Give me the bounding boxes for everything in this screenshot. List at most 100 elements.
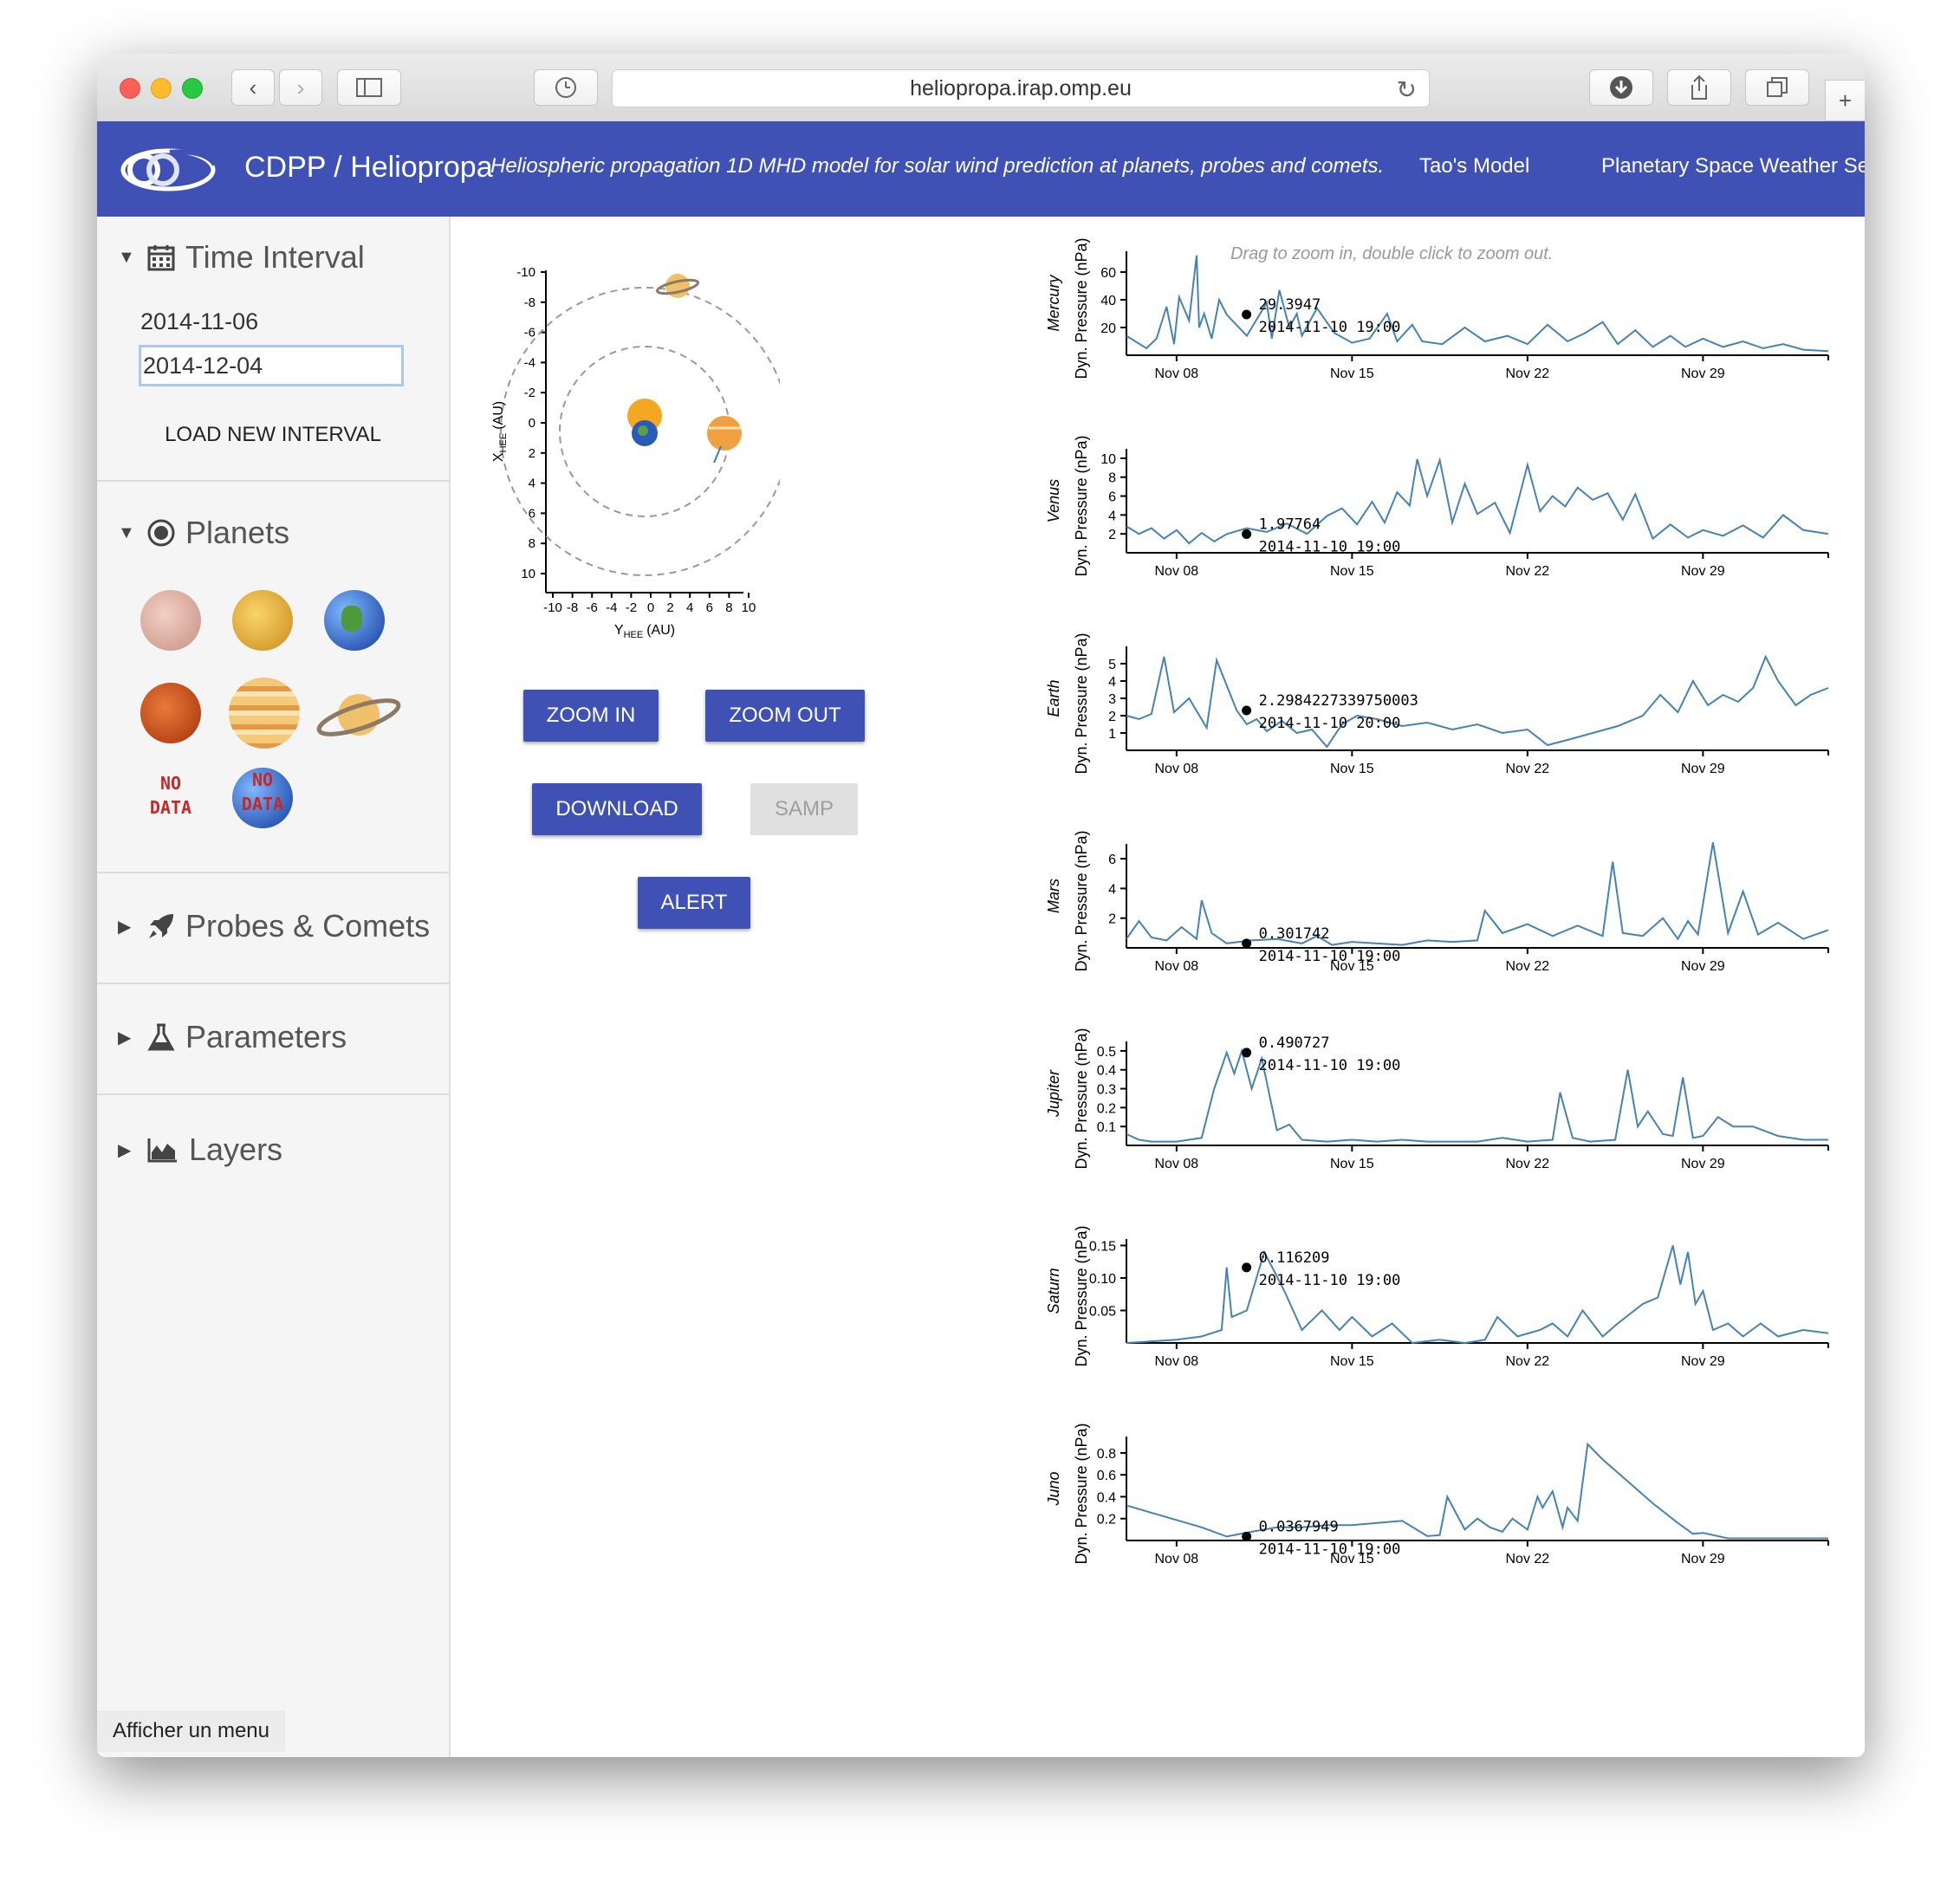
caret-right-icon: ▶ xyxy=(118,1028,132,1048)
planet-label: Saturn xyxy=(1045,1268,1062,1313)
venus-icon[interactable] xyxy=(232,590,293,651)
cursor-time: 2014-11-10 19:00 xyxy=(1259,1272,1401,1289)
orbit-ytick-label: 2 xyxy=(529,446,535,461)
time-interval-header[interactable]: ▼ Time Interval xyxy=(118,239,365,276)
time-series-charts[interactable]: 20 40 60 Nov 08 Nov 15 Nov 22 Nov 29 Mercury Dyn… xyxy=(1021,217,1865,1707)
area-chart-icon xyxy=(147,1138,177,1163)
orbit-ytick-label: -2 xyxy=(524,386,535,400)
xtick-label: Nov 29 xyxy=(1681,959,1725,974)
reload-icon[interactable]: ↻ xyxy=(1397,75,1417,104)
xtick-label: Nov 29 xyxy=(1681,366,1725,381)
ytick-label: 2 xyxy=(1108,912,1116,927)
back-icon[interactable]: ‹ xyxy=(231,69,275,106)
alert-button[interactable]: ALERT xyxy=(638,877,750,929)
time-interval-title: Time Interval xyxy=(185,239,365,275)
planet-label: Venus xyxy=(1045,479,1062,522)
ytick-label: 60 xyxy=(1100,266,1116,281)
url-text: heliopropa.irap.omp.eu xyxy=(910,75,1132,101)
series-line xyxy=(1126,654,1829,749)
cursor-value: 0.301742 xyxy=(1259,925,1330,943)
ytick-label: 2 xyxy=(1108,710,1116,724)
samp-button[interactable]: SAMP xyxy=(750,783,858,835)
xtick-label: Nov 15 xyxy=(1330,1354,1374,1369)
parameters-title: Parameters xyxy=(185,1019,347,1054)
load-new-interval-button[interactable]: LOAD NEW INTERVAL xyxy=(97,423,449,447)
caret-right-icon: ▶ xyxy=(118,917,132,937)
series-line xyxy=(1126,255,1829,353)
rosetta-nodata-icon[interactable]: NO DATA xyxy=(139,771,203,835)
mercury-icon[interactable] xyxy=(140,590,201,651)
earth-icon[interactable] xyxy=(324,590,385,651)
chart-saturn[interactable]: 0.05 0.10 0.15 Nov 08 Nov 15 Nov 22 Nov 29 Satu… xyxy=(1045,1225,1829,1369)
series-line xyxy=(1126,842,1829,946)
zoom-out-button[interactable]: ZOOM OUT xyxy=(705,690,865,742)
chart-jupiter[interactable]: 0.1 0.2 0.3 0.4 0.5 Nov 08 Nov 15 Nov 22 Nov 29 J… xyxy=(1045,1028,1829,1171)
minimize-window-button[interactable] xyxy=(151,78,172,99)
share-icon[interactable] xyxy=(1667,69,1731,106)
juno-nodata-icon[interactable]: NO DATA xyxy=(232,768,293,828)
cdpp-logo-icon[interactable] xyxy=(118,140,218,198)
cursor-point xyxy=(1242,938,1252,949)
new-tab-icon[interactable]: + xyxy=(1825,80,1865,121)
series-line xyxy=(1126,1245,1829,1345)
ytick-label: 0.1 xyxy=(1097,1120,1116,1135)
y-axis-label: Dyn. Pressure (nPa) xyxy=(1073,435,1090,576)
nav-taos-model[interactable]: Tao's Model xyxy=(1419,154,1529,178)
orbit-ytick-label: 8 xyxy=(529,536,535,551)
start-date-field[interactable]: 2014-11-06 xyxy=(140,308,400,335)
cursor-time: 2014-11-10 19:00 xyxy=(1259,948,1401,965)
jupiter-marker xyxy=(707,416,742,451)
history-icon[interactable] xyxy=(534,69,598,106)
download-icon[interactable] xyxy=(1589,69,1653,106)
parameters-header[interactable]: ▶ Parameters xyxy=(118,1019,347,1055)
cursor-time: 2014-11-10 19:00 xyxy=(1259,1540,1401,1558)
chart-earth[interactable]: 1 2 3 4 5 Nov 08 Nov 15 Nov 22 Nov 29 Earth Dyn. P… xyxy=(1045,632,1829,776)
ytick-label: 8 xyxy=(1108,471,1116,486)
y-axis-label: Dyn. Pressure (nPa) xyxy=(1073,1225,1090,1366)
xtick-label: Nov 29 xyxy=(1681,564,1725,579)
probes-section: ▶ Probes & Comets xyxy=(97,872,449,984)
probes-header[interactable]: ▶ Probes & Comets xyxy=(118,908,430,944)
ytick-label: 4 xyxy=(1108,882,1116,897)
xtick-label: Nov 29 xyxy=(1681,762,1725,776)
download-button[interactable]: DOWNLOAD xyxy=(532,783,702,835)
end-date-field[interactable]: 2014-12-04 xyxy=(139,345,404,386)
ytick-label: 4 xyxy=(1108,509,1116,523)
nav-planetary-space-weather[interactable]: Planetary Space Weather Se xyxy=(1601,154,1865,178)
cursor-value: 0.116209 xyxy=(1259,1249,1330,1267)
time-interval-section: ▼ Time Interval 2014-11-06 2014-12-04 LO… xyxy=(97,217,449,482)
xtick-label: Nov 29 xyxy=(1681,1552,1725,1566)
layers-header[interactable]: ▶ Layers xyxy=(118,1132,282,1168)
orbit-xtick-label: -2 xyxy=(626,600,637,615)
mars-icon[interactable] xyxy=(140,683,201,743)
chart-mercury[interactable]: 20 40 60 Nov 08 Nov 15 Nov 22 Nov 29 Mercury Dyn… xyxy=(1045,237,1829,381)
y-axis-label: Dyn. Pressure (nPa) xyxy=(1073,632,1090,774)
zoom-in-button[interactable]: ZOOM IN xyxy=(523,690,659,742)
xtick-label: Nov 08 xyxy=(1155,959,1199,974)
orbit-ytick-label: -10 xyxy=(516,265,535,280)
cursor-value: 29.3947 xyxy=(1259,296,1321,314)
chart-mars[interactable]: 246Nov 08 Nov 15 Nov 22 Nov 29Mars Dyn. Pres… xyxy=(1045,830,1829,974)
menu-hint[interactable]: Afficher un menu xyxy=(97,1710,285,1752)
layers-title: Layers xyxy=(189,1132,283,1167)
jupiter-icon[interactable] xyxy=(229,678,300,749)
chart-juno[interactable]: 0.20.40.60.8Nov 08 Nov 15 Nov 22 Nov 29Juno… xyxy=(1045,1423,1829,1566)
orbit-xtick-label: 6 xyxy=(706,600,713,615)
forward-icon[interactable]: › xyxy=(279,69,322,106)
tabs-overview-icon[interactable] xyxy=(1745,69,1809,106)
maximize-window-button[interactable] xyxy=(182,78,203,99)
ytick-label: 0.2 xyxy=(1097,1101,1116,1116)
brand-tagline: Heliospheric propagation 1D MHD model fo… xyxy=(490,154,1385,178)
xtick-label: Nov 08 xyxy=(1155,564,1199,579)
chart-venus[interactable]: 2 4 6 8 10 Nov 08 Nov 15 Nov 22 Nov 29 Venus Dyn. … xyxy=(1045,435,1829,579)
planets-header[interactable]: ▼ Planets xyxy=(118,515,289,551)
saturn-icon[interactable] xyxy=(315,684,402,745)
address-bar[interactable]: heliopropa.irap.omp.eu ↻ xyxy=(612,69,1430,107)
ytick-label: 0.6 xyxy=(1097,1469,1116,1483)
caret-down-icon: ▼ xyxy=(118,247,135,267)
orbit-plot[interactable]: -10-8-6-4-20246810 -10 -8 -6 -4 -2 0 2 4 6 8 10 XH… xyxy=(485,260,780,641)
close-window-button[interactable] xyxy=(120,78,140,99)
y-axis-label: Dyn. Pressure (nPa) xyxy=(1073,1028,1090,1169)
sidebar-toggle-icon[interactable] xyxy=(337,69,401,106)
brand-title[interactable]: CDPP / Heliopropa xyxy=(244,151,493,185)
